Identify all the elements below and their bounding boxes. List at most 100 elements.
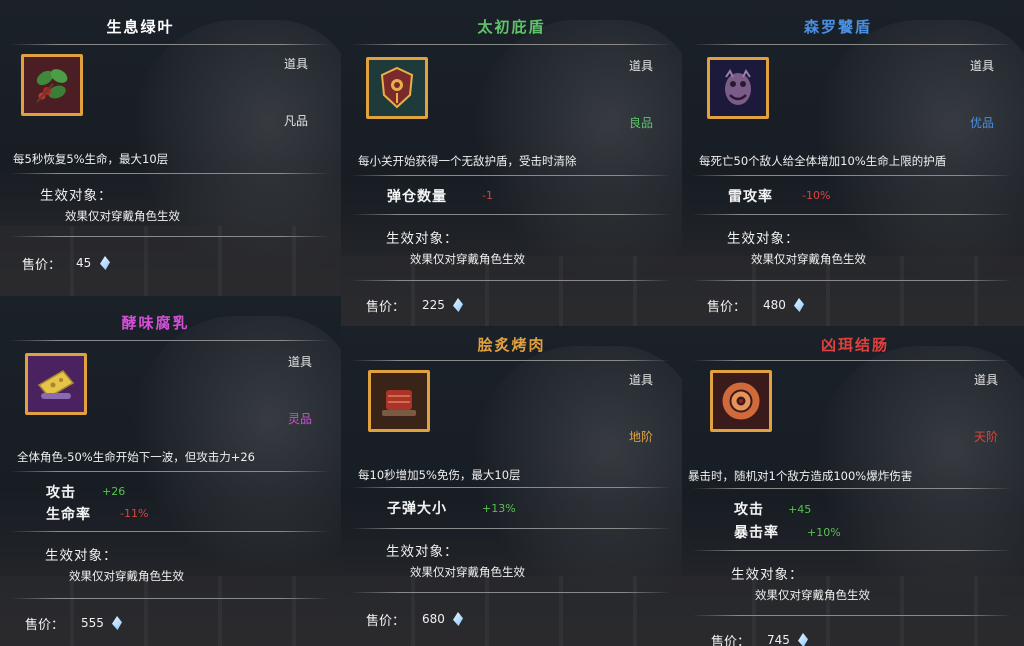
roast-meat-icon: [382, 390, 416, 416]
target-text: 效果仅对穿戴角色生效: [65, 209, 180, 223]
stat-value: +45: [788, 503, 812, 516]
stat-label: 攻击: [46, 485, 76, 501]
divider: [10, 236, 330, 237]
item-description: 每死亡50个敌人给全体增加10%生命上限的护盾: [699, 154, 947, 168]
stat-label: 弹仓数量: [387, 189, 447, 205]
green-leaf-icon: [36, 69, 68, 103]
item-type: 道具: [288, 355, 313, 369]
price-value: 680: [422, 612, 445, 626]
divider: [692, 615, 1012, 616]
divider: [692, 550, 1012, 551]
price-value: 555: [81, 616, 104, 630]
price-label: 售价：: [366, 614, 406, 629]
price-value: 45: [76, 256, 92, 270]
divider: [692, 214, 1012, 215]
cheese-icon: [37, 370, 75, 399]
item-card-fermented-tofu[interactable]: 酵味腐乳 道具 灵品 全体角色-50%生命开始下一波，但攻击力+26 攻击 +2…: [0, 296, 341, 646]
divider: [692, 280, 1012, 281]
divider: [351, 44, 671, 45]
divider: [10, 340, 330, 341]
item-icon-frame: [366, 57, 428, 119]
item-type: 道具: [974, 373, 999, 387]
divider: [351, 528, 671, 529]
demon-mask-icon: [725, 69, 751, 105]
target-label: 生效对象：: [45, 548, 118, 564]
divider: [10, 598, 330, 599]
divider: [351, 592, 671, 593]
item-name: 生息绿叶: [106, 18, 175, 36]
price-value: 480: [763, 298, 786, 312]
item-description: 全体角色-50%生命开始下一波，但攻击力+26: [17, 450, 255, 464]
stat-value: -1: [482, 189, 493, 202]
target-label: 生效对象：: [386, 544, 459, 560]
divider: [692, 44, 1012, 45]
divider: [10, 531, 330, 532]
divider: [692, 488, 1012, 489]
item-grade: 地阶: [629, 430, 654, 444]
price-label: 售价：: [25, 618, 65, 633]
divider: [692, 360, 1012, 361]
price-value: 745: [767, 633, 790, 646]
stat-label: 子弹大小: [387, 501, 447, 517]
target-label: 生效对象：: [40, 188, 113, 204]
price-label: 售价：: [711, 635, 751, 646]
target-text: 效果仅对穿戴角色生效: [410, 252, 525, 266]
item-icon-frame: [21, 54, 83, 116]
stat-value: +13%: [482, 502, 516, 515]
background-inventory-slots: [0, 576, 341, 646]
target-label: 生效对象：: [386, 231, 459, 247]
item-name: 凶珥结肠: [820, 336, 889, 354]
divider: [351, 280, 671, 281]
item-icon-frame: [707, 57, 769, 119]
target-text: 效果仅对穿戴角色生效: [410, 565, 525, 579]
item-grade: 灵品: [288, 412, 313, 426]
price-label: 售价：: [22, 258, 62, 273]
item-card-shield[interactable]: 太初庇盾 道具 良品 每小关开始获得一个无敌护盾，受击时清除 弹仓数量 -1 生…: [341, 0, 682, 326]
item-card-green-leaf[interactable]: 生息绿叶 道具 凡品 每5秒恢复5%生命，最大10层 生效对象： 效果仅对穿戴角…: [0, 0, 341, 296]
divider: [10, 44, 330, 45]
stat-label: 生命率: [46, 507, 91, 523]
item-icon-frame: [710, 370, 772, 432]
item-card-demon-mask[interactable]: 森罗饕盾 道具 优品 每死亡50个敌人给全体增加10%生命上限的护盾 雷攻率 -…: [682, 0, 1024, 326]
shield-icon: [380, 66, 414, 109]
item-type: 道具: [629, 373, 654, 387]
item-grade: 优品: [970, 116, 995, 130]
item-grade: 凡品: [284, 114, 309, 128]
price-label: 售价：: [707, 300, 747, 315]
price-value: 225: [422, 298, 445, 312]
divider: [351, 175, 671, 176]
divider: [351, 214, 671, 215]
stat-value: -11%: [120, 507, 149, 520]
item-name: 脍炙烤肉: [477, 336, 546, 354]
item-name: 酵味腐乳: [121, 314, 190, 332]
item-card-sausage[interactable]: 凶珥结肠 道具 天阶 暴击时，随机对1个敌方造成100%爆炸伤害 攻击 +45 …: [682, 326, 1024, 646]
stat-value: +10%: [807, 526, 841, 539]
item-icon-frame: [368, 370, 430, 432]
item-icon-frame: [25, 353, 87, 415]
divider: [10, 173, 330, 174]
item-description: 每小关开始获得一个无敌护盾，受击时清除: [358, 154, 577, 168]
item-type: 道具: [970, 59, 995, 73]
item-name: 森罗饕盾: [803, 18, 872, 36]
target-label: 生效对象：: [727, 231, 800, 247]
item-card-roast-meat[interactable]: 脍炙烤肉 道具 地阶 每10秒增加5%免伤，最大10层 子弹大小 +13% 生效…: [341, 326, 682, 646]
stat-value: -10%: [802, 189, 831, 202]
divider: [692, 175, 1012, 176]
item-grade: 良品: [629, 116, 654, 130]
stat-value: +26: [102, 485, 126, 498]
item-type: 道具: [629, 59, 654, 73]
stat-label: 攻击: [734, 502, 764, 518]
item-type: 道具: [284, 57, 309, 71]
stat-label: 雷攻率: [728, 189, 773, 205]
target-text: 效果仅对穿戴角色生效: [69, 569, 184, 583]
divider: [351, 360, 671, 361]
divider: [351, 487, 671, 488]
target-text: 效果仅对穿戴角色生效: [755, 588, 870, 602]
stat-label: 暴击率: [734, 525, 779, 541]
item-description: 暴击时，随机对1个敌方造成100%爆炸伤害: [688, 469, 913, 483]
item-description: 每5秒恢复5%生命，最大10层: [13, 152, 169, 166]
target-text: 效果仅对穿戴角色生效: [751, 252, 866, 266]
item-name: 太初庇盾: [477, 18, 546, 36]
sausage-icon: [722, 382, 760, 420]
item-description: 每10秒增加5%免伤，最大10层: [358, 468, 521, 482]
